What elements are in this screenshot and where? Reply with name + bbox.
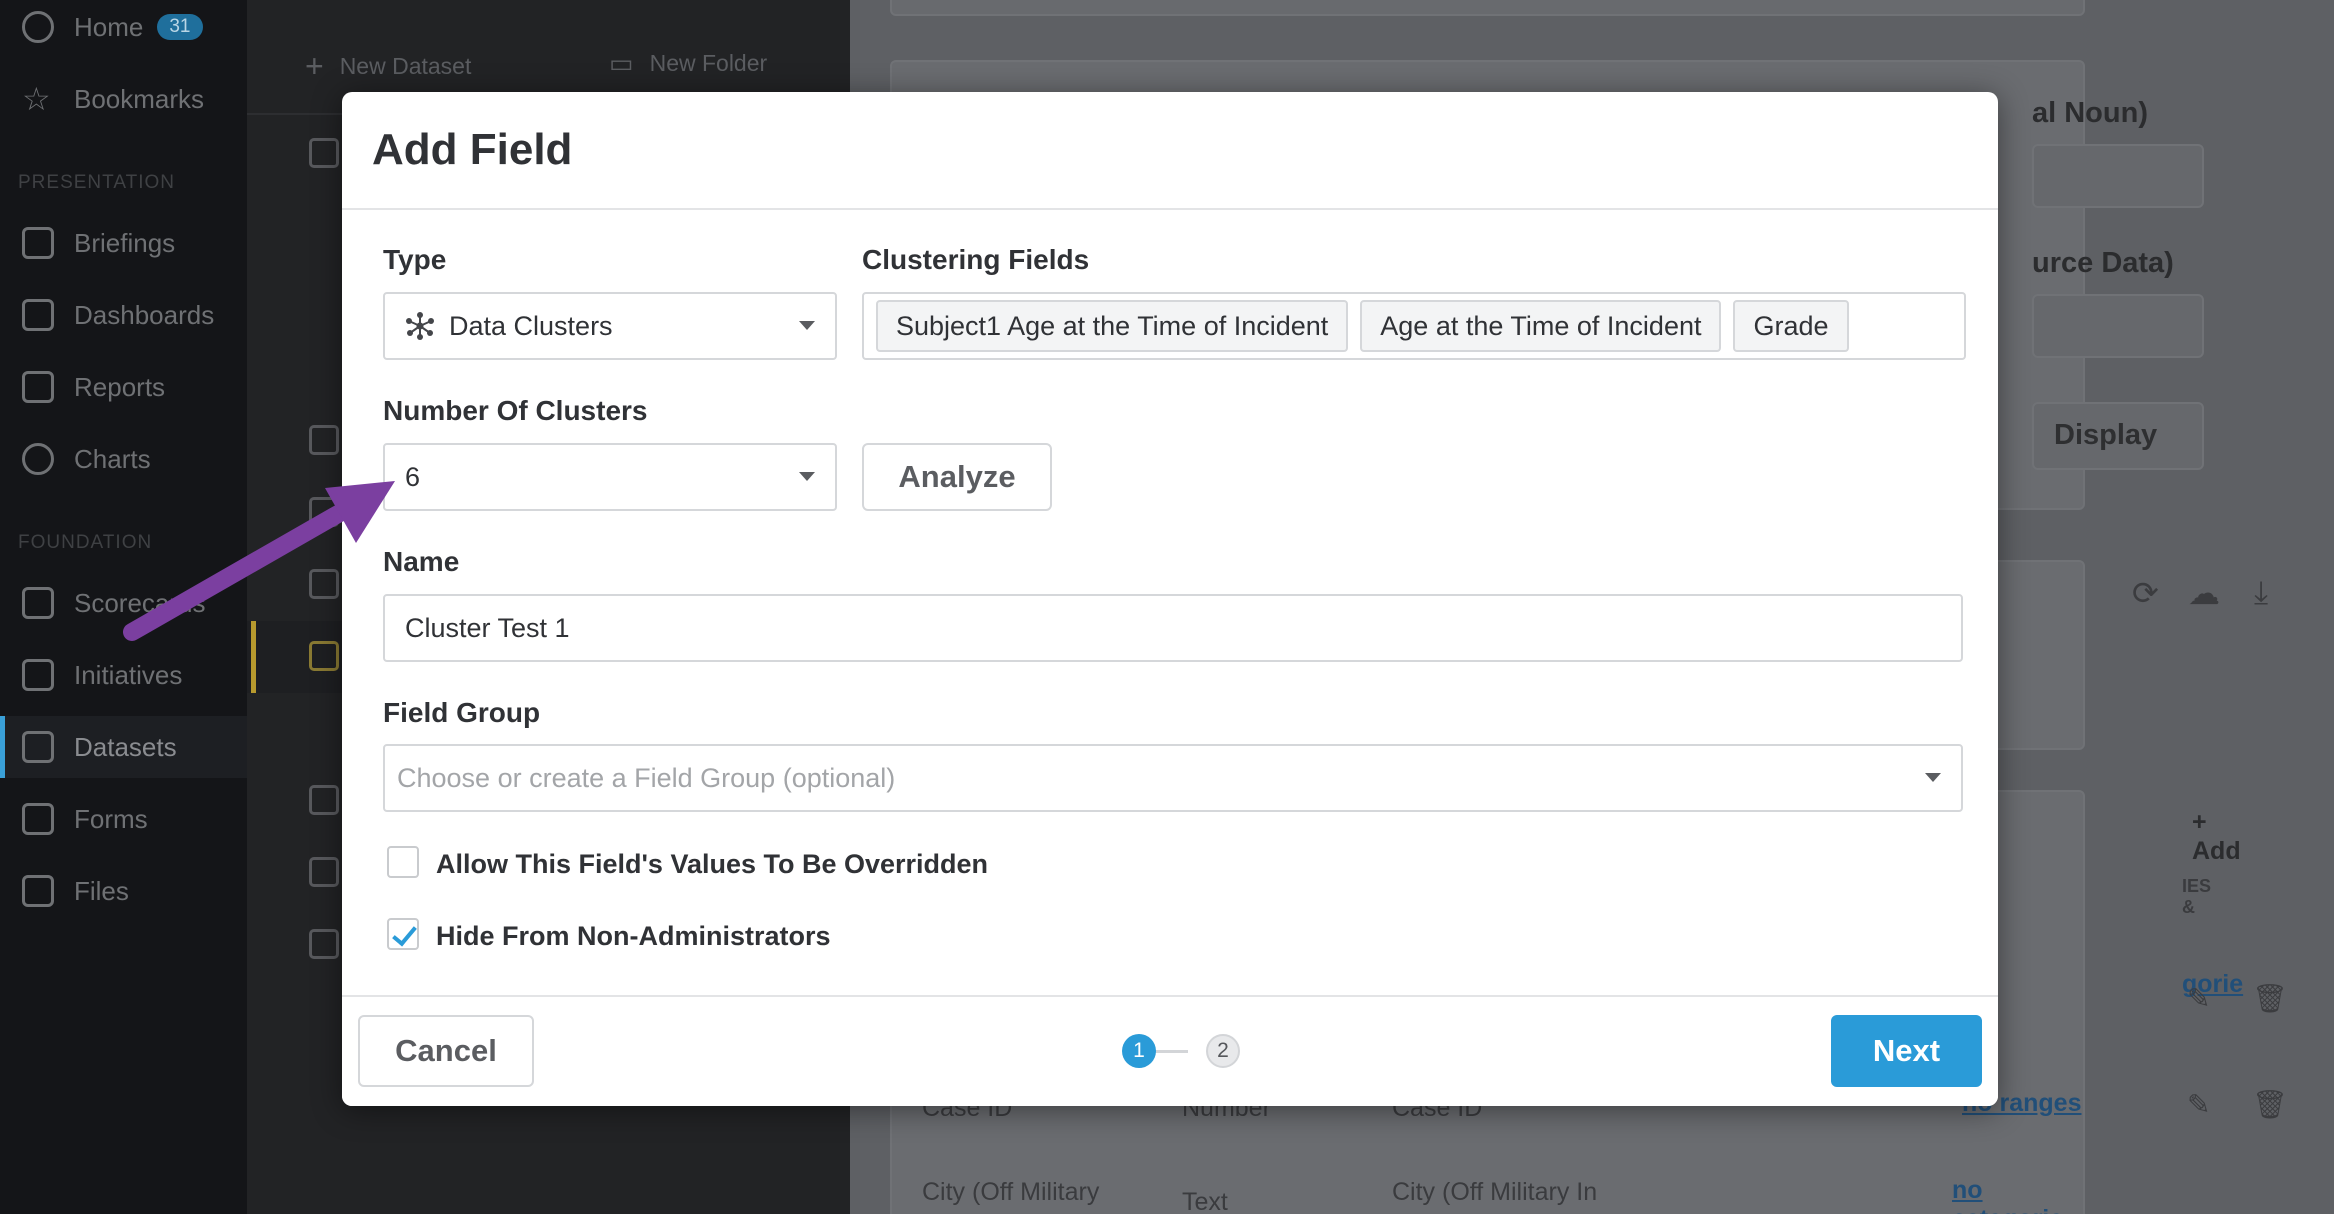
- annotation-arrow: [123, 481, 395, 641]
- screen: Home 31 ☆ Bookmarks PRESENTATION Briefin…: [0, 0, 2334, 1214]
